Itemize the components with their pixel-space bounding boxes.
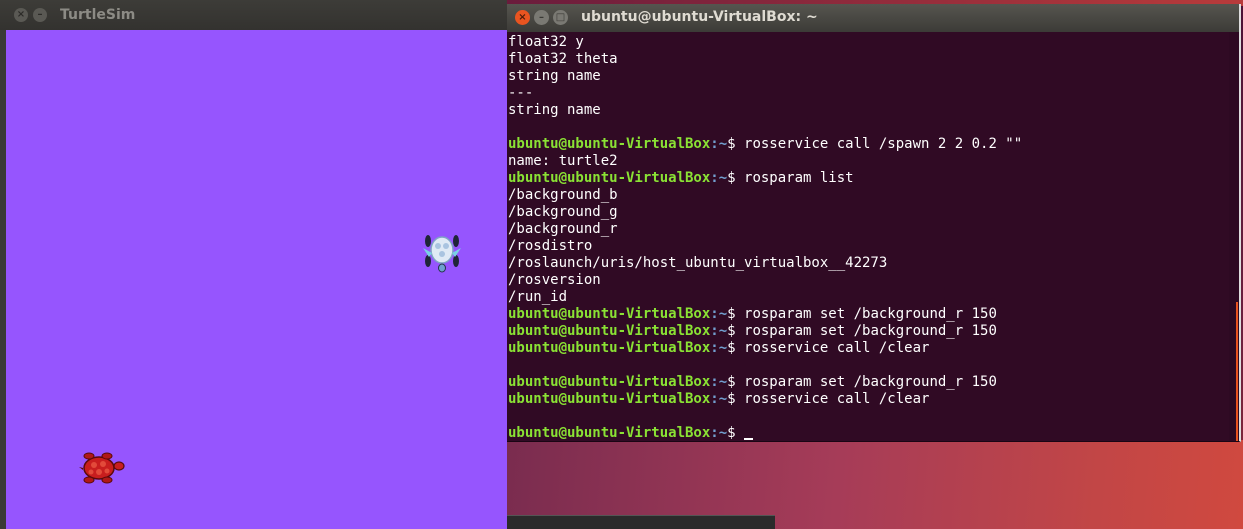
prompt-user: ubuntu@ubuntu-VirtualBox: [508, 170, 711, 186]
turtle1-icon: [79, 452, 125, 484]
terminal-prompt-line: ubuntu@ubuntu-VirtualBox:~$ rosparam set…: [508, 323, 1022, 340]
terminal-output-line: /background_r: [508, 221, 1022, 238]
terminal-output-line: /run_id: [508, 289, 1022, 306]
output-text: name: turtle2: [508, 153, 618, 169]
terminal-prompt-line: ubuntu@ubuntu-VirtualBox:~$ rosservice c…: [508, 391, 1022, 408]
turtlesim-titlebar[interactable]: × – TurtleSim: [0, 0, 507, 30]
terminal-prompt-line: ubuntu@ubuntu-VirtualBox:~$ rosservice c…: [508, 136, 1022, 153]
terminal-output-line: /background_g: [508, 204, 1022, 221]
command-text: rosparam set /background_r 150: [744, 306, 997, 322]
prompt-user: ubuntu@ubuntu-VirtualBox: [508, 323, 711, 339]
output-text: float32 y: [508, 34, 584, 50]
prompt-symbol: $: [727, 136, 745, 152]
prompt-symbol: $: [727, 391, 745, 407]
terminal-output-line: /rosdistro: [508, 238, 1022, 255]
output-text: /run_id: [508, 289, 568, 305]
terminal-prompt-line: ubuntu@ubuntu-VirtualBox:~$ rosservice c…: [508, 340, 1022, 357]
terminal-output[interactable]: float32 y float32 theta string name --- stri…: [507, 32, 1229, 441]
output-text: float32 theta: [508, 51, 618, 67]
terminal-window[interactable]: × – □ ubuntu@ubuntu-VirtualBox: ~ float3…: [507, 4, 1241, 442]
prompt-symbol: $: [727, 323, 745, 339]
terminal-output-line: string name: [508, 102, 1022, 119]
prompt-symbol: $: [727, 340, 745, 356]
terminal-lines: float32 y float32 theta string name --- stri…: [508, 34, 1022, 441]
terminal-titlebar[interactable]: × – □ ubuntu@ubuntu-VirtualBox: ~: [507, 4, 1239, 33]
turtlesim-window[interactable]: × – TurtleSim: [0, 0, 507, 529]
close-icon[interactable]: ×: [14, 8, 28, 22]
prompt-symbol: $: [727, 374, 745, 390]
terminal-output-line: /background_b: [508, 187, 1022, 204]
prompt-user: ubuntu@ubuntu-VirtualBox: [508, 374, 711, 390]
terminal-scrollbar[interactable]: [1229, 32, 1239, 441]
prompt-path: :~: [710, 306, 728, 322]
terminal-output-line: name: turtle2: [508, 153, 1022, 170]
command-text: rosservice call /spawn 2 2 0.2 "": [744, 136, 1023, 152]
prompt-user: ubuntu@ubuntu-VirtualBox: [508, 425, 711, 441]
minimize-icon[interactable]: –: [534, 10, 549, 25]
terminal-prompt-line: ubuntu@ubuntu-VirtualBox:~$: [508, 425, 1022, 441]
prompt-path: :~: [710, 170, 728, 186]
command-text: rosservice call /clear: [744, 340, 930, 356]
output-text: /roslaunch/uris/host_ubuntu_virtualbox__…: [508, 255, 888, 271]
prompt-path: :~: [710, 323, 728, 339]
terminal-prompt-line: ubuntu@ubuntu-VirtualBox:~$ rosparam lis…: [508, 170, 1022, 187]
window-title: ubuntu@ubuntu-VirtualBox: ~: [581, 9, 818, 25]
command-text: rosparam list: [744, 170, 854, 186]
minimize-icon[interactable]: –: [33, 8, 47, 22]
output-text: /background_r: [508, 221, 618, 237]
terminal-output-line: float32 y: [508, 34, 1022, 51]
command-text: rosparam set /background_r 150: [744, 323, 997, 339]
prompt-symbol: $: [727, 306, 745, 322]
output-text: string name: [508, 102, 601, 118]
prompt-user: ubuntu@ubuntu-VirtualBox: [508, 391, 711, 407]
terminal-output-line: string name: [508, 68, 1022, 85]
output-text: ---: [508, 85, 534, 101]
prompt-user: ubuntu@ubuntu-VirtualBox: [508, 306, 711, 322]
output-text: /background_g: [508, 204, 618, 220]
prompt-path: :~: [710, 340, 728, 356]
scrollbar-thumb[interactable]: [1236, 302, 1238, 441]
prompt-user: ubuntu@ubuntu-VirtualBox: [508, 340, 711, 356]
terminal-output-line: /roslaunch/uris/host_ubuntu_virtualbox__…: [508, 255, 1022, 272]
prompt-path: :~: [710, 374, 728, 390]
turtlesim-canvas: [6, 30, 507, 529]
prompt-symbol: $: [727, 170, 745, 186]
command-text: rosparam set /background_r 150: [744, 374, 997, 390]
window-title: TurtleSim: [60, 7, 136, 23]
terminal-output-line: ---: [508, 85, 1022, 102]
output-text: string name: [508, 68, 601, 84]
close-icon[interactable]: ×: [515, 10, 530, 25]
terminal-prompt-line: ubuntu@ubuntu-VirtualBox:~$ rosparam set…: [508, 306, 1022, 323]
output-text: /rosversion: [508, 272, 601, 288]
terminal-output-line: float32 theta: [508, 51, 1022, 68]
prompt-path: :~: [710, 391, 728, 407]
terminal-prompt-line: ubuntu@ubuntu-VirtualBox:~$ rosparam set…: [508, 374, 1022, 391]
output-text: /background_b: [508, 187, 618, 203]
turtle2-icon: [423, 235, 461, 273]
prompt-path: :~: [710, 136, 728, 152]
prompt-user: ubuntu@ubuntu-VirtualBox: [508, 136, 711, 152]
prompt-symbol: $: [727, 425, 745, 441]
text-cursor: [744, 438, 754, 440]
background-window-edge: [507, 515, 775, 529]
terminal-output-line: /rosversion: [508, 272, 1022, 289]
output-text: /rosdistro: [508, 238, 593, 254]
prompt-path: :~: [710, 425, 728, 441]
command-text: rosservice call /clear: [744, 391, 930, 407]
maximize-icon[interactable]: □: [553, 10, 568, 25]
